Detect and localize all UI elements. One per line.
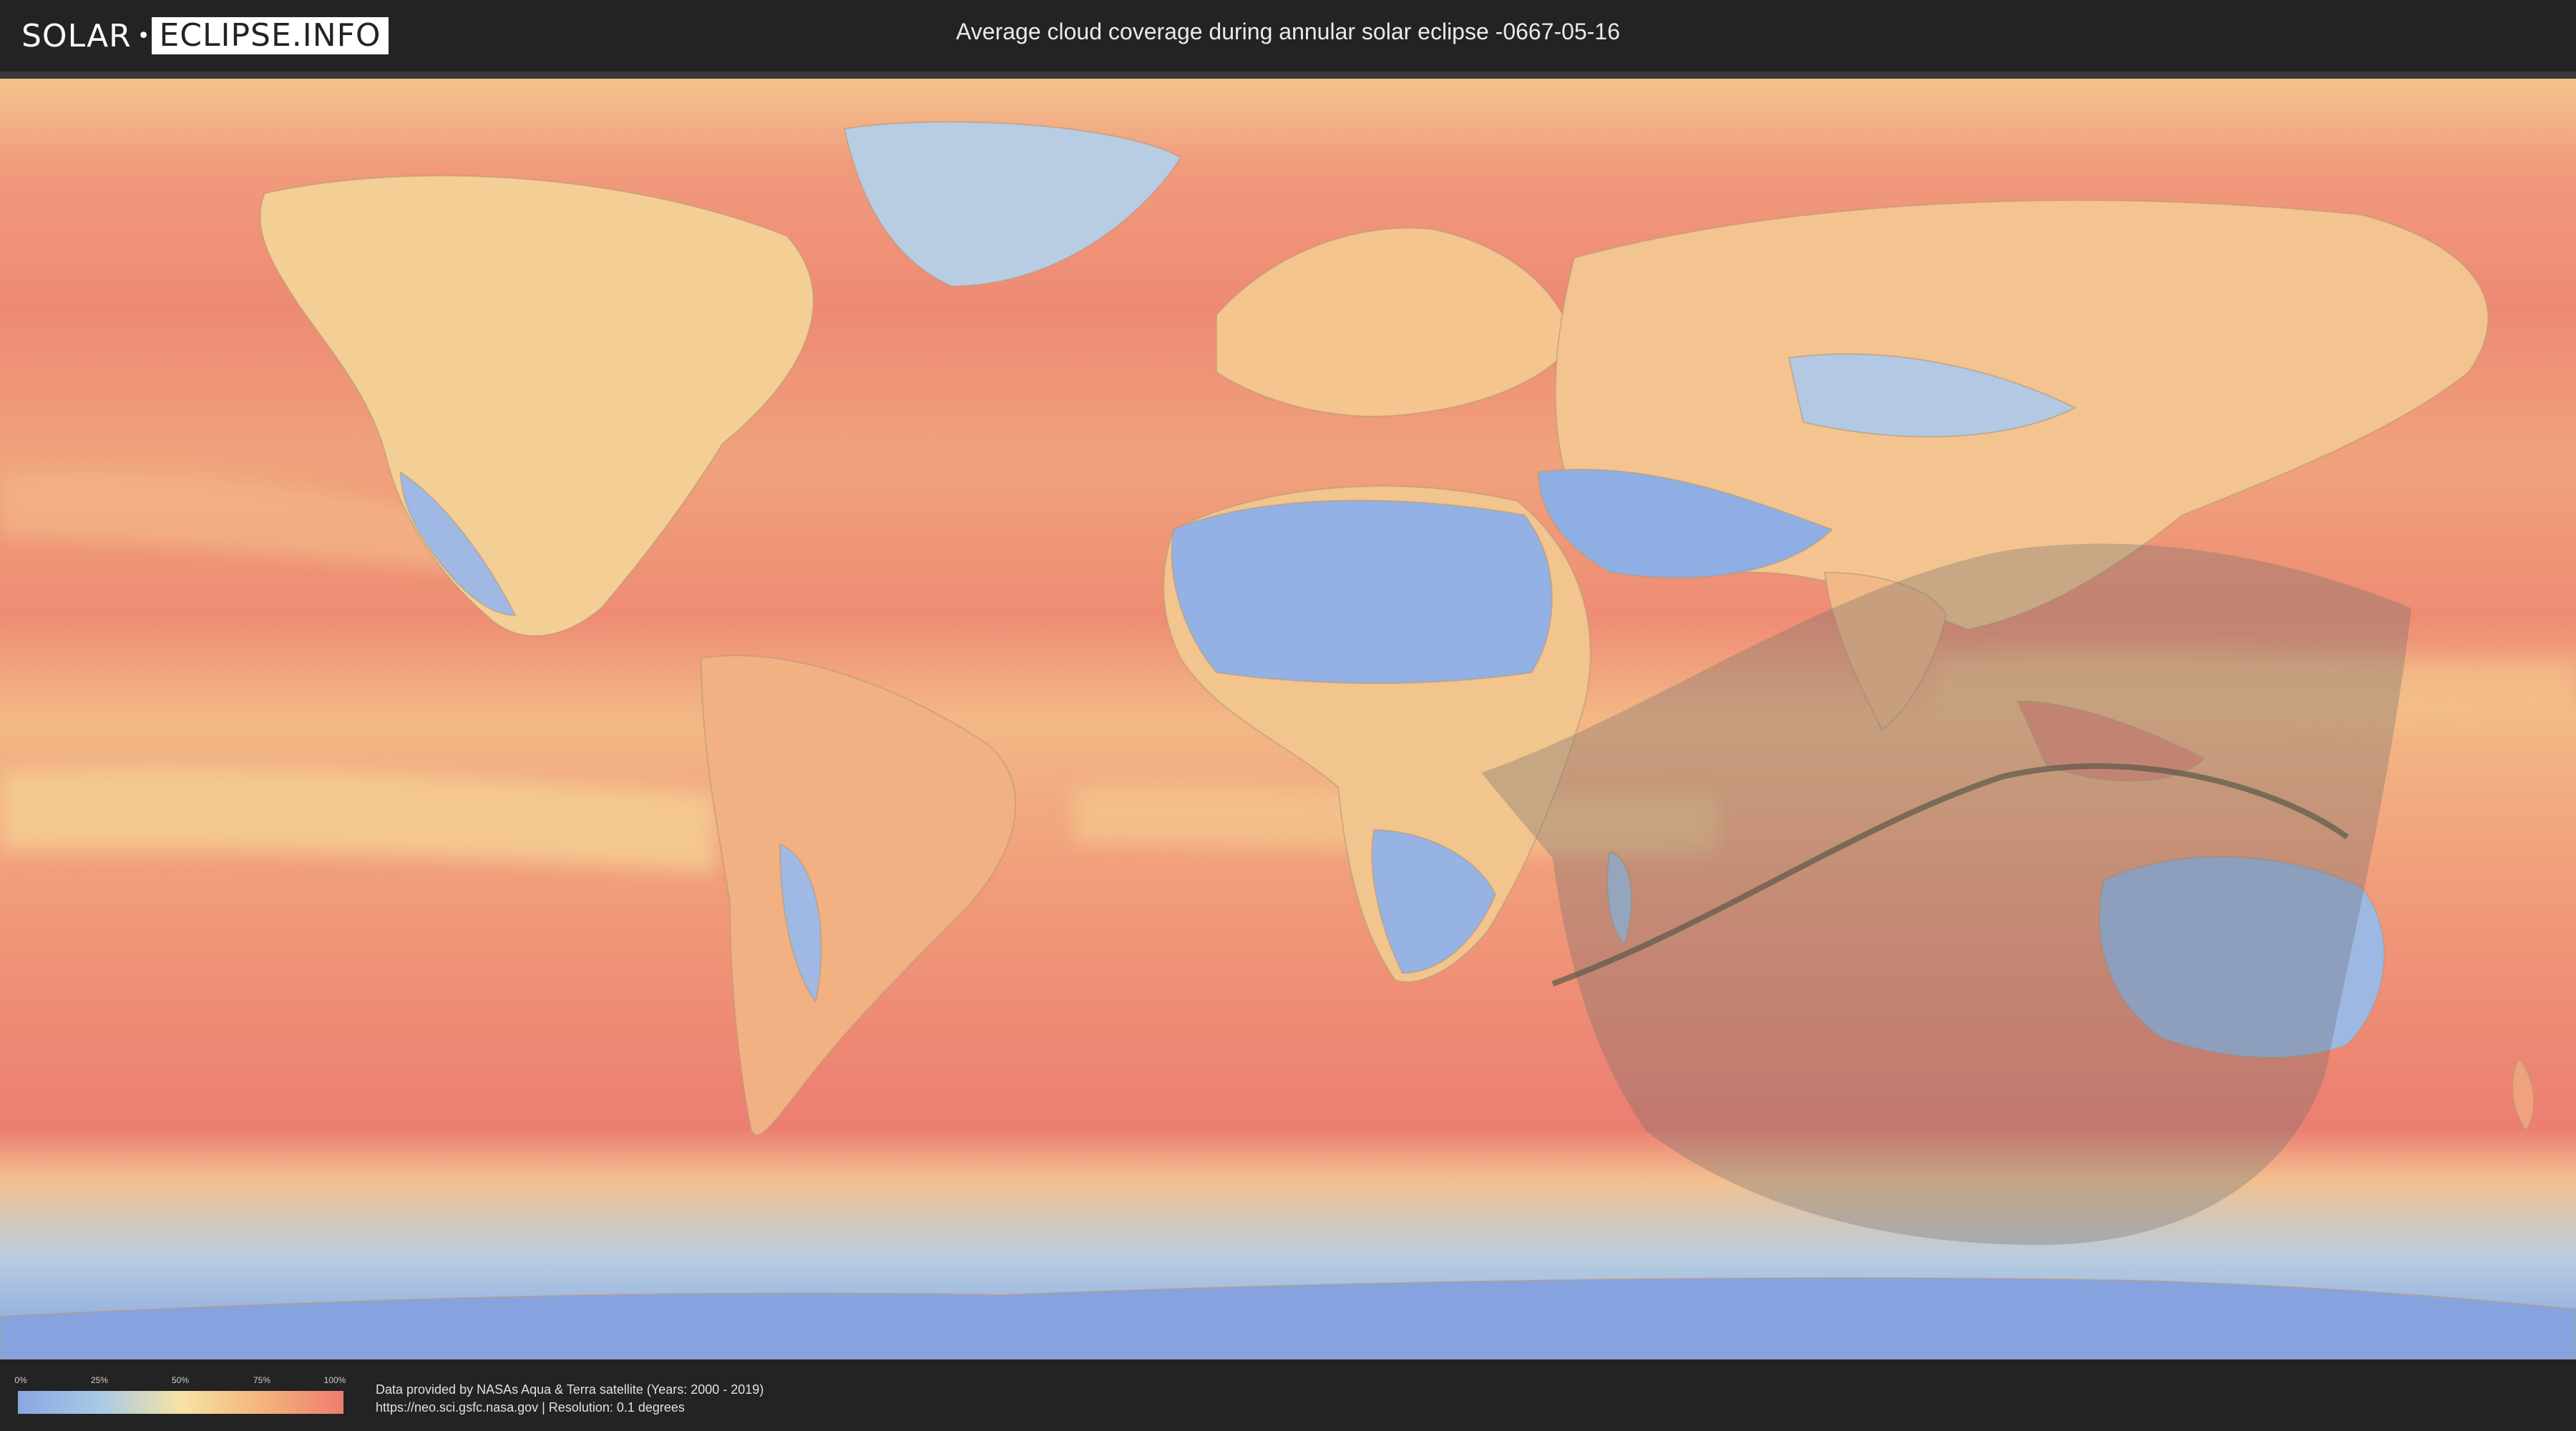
- cloud-coverage-legend: 0% 25% 50% 75% 100%: [14, 1375, 346, 1418]
- legend-ticks: 0% 25% 50% 75% 100%: [14, 1375, 346, 1388]
- cloud-coverage-map[interactable]: [0, 72, 2576, 1359]
- legend-tick-25: 25%: [90, 1375, 109, 1385]
- legend-tick-0: 0%: [14, 1375, 27, 1385]
- legend-color-bar: [18, 1391, 343, 1414]
- legend-tick-100: 100%: [323, 1375, 346, 1385]
- legend-tick-50: 50%: [171, 1375, 190, 1385]
- legend-tick-75: 75%: [253, 1375, 271, 1385]
- sahara-clear-region: [1171, 499, 1553, 684]
- world-map-svg: [0, 79, 2576, 1359]
- credit-line-2: https://neo.sci.gsfc.nasa.gov | Resoluti…: [376, 1400, 685, 1415]
- page-title: Average cloud coverage during annular so…: [956, 19, 1620, 44]
- header-bar: SOLAR • ECLIPSE.INFO Average cloud cover…: [0, 0, 2576, 72]
- data-credits: Data provided by NASAs Aqua & Terra sate…: [376, 1381, 763, 1417]
- credit-line-1: Data provided by NASAs Aqua & Terra sate…: [376, 1382, 764, 1397]
- footer-bar: 0% 25% 50% 75% 100% Data provided by NAS…: [0, 1359, 2576, 1431]
